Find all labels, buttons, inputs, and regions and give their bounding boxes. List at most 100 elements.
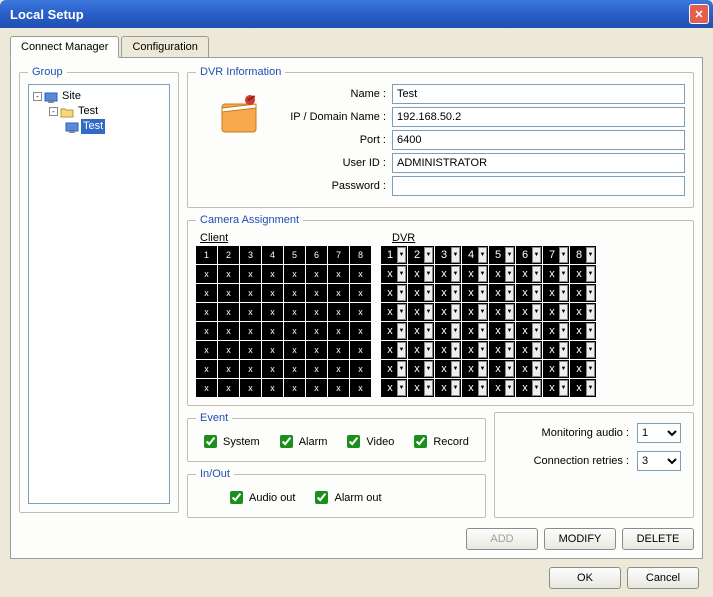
chevron-down-icon[interactable]: ▼ — [586, 266, 595, 282]
chevron-down-icon[interactable]: ▼ — [532, 304, 541, 320]
ok-button[interactable]: OK — [549, 567, 621, 589]
client-cell[interactable]: x — [350, 284, 371, 302]
chevron-down-icon[interactable]: ▼ — [505, 361, 514, 377]
dvr-cell[interactable]: x▼ — [435, 303, 461, 321]
tab-configuration[interactable]: Configuration — [121, 36, 208, 58]
client-cell[interactable]: x — [262, 360, 283, 378]
chevron-down-icon[interactable]: ▼ — [424, 323, 433, 339]
dvr-cell[interactable]: x▼ — [516, 303, 542, 321]
client-cell[interactable]: x — [284, 265, 305, 283]
client-cell[interactable]: 5 — [284, 246, 305, 264]
dvr-cell[interactable]: x▼ — [435, 322, 461, 340]
dvr-cell[interactable]: 8▼ — [570, 246, 596, 264]
dvr-cell[interactable]: x▼ — [543, 341, 569, 359]
chevron-down-icon[interactable]: ▼ — [532, 266, 541, 282]
modify-button[interactable]: MODIFY — [544, 528, 616, 550]
chevron-down-icon[interactable]: ▼ — [397, 380, 406, 396]
client-cell[interactable]: x — [284, 303, 305, 321]
chevron-down-icon[interactable]: ▼ — [424, 380, 433, 396]
dvr-cell[interactable]: x▼ — [570, 284, 596, 302]
dvr-cell[interactable]: x▼ — [489, 322, 515, 340]
dvr-cell[interactable]: x▼ — [408, 360, 434, 378]
alarmout-checkbox[interactable] — [315, 491, 328, 504]
event-video[interactable]: Video — [343, 432, 394, 451]
client-cell[interactable]: x — [350, 322, 371, 340]
client-cell[interactable]: 1 — [196, 246, 217, 264]
dvr-cell[interactable]: x▼ — [489, 341, 515, 359]
client-cell[interactable]: x — [306, 265, 327, 283]
dvr-cell[interactable]: 2▼ — [408, 246, 434, 264]
dvr-cell[interactable]: x▼ — [570, 303, 596, 321]
chevron-down-icon[interactable]: ▼ — [532, 361, 541, 377]
chevron-down-icon[interactable]: ▼ — [586, 361, 595, 377]
dvr-cell[interactable]: x▼ — [462, 322, 488, 340]
client-cell[interactable]: 8 — [350, 246, 371, 264]
chevron-down-icon[interactable]: ▼ — [586, 285, 595, 301]
client-cell[interactable]: x — [196, 322, 217, 340]
chevron-down-icon[interactable]: ▼ — [397, 266, 406, 282]
chevron-down-icon[interactable]: ▼ — [559, 323, 568, 339]
alarm-checkbox[interactable] — [280, 435, 293, 448]
chevron-down-icon[interactable]: ▼ — [424, 361, 433, 377]
dvr-cell[interactable]: x▼ — [462, 265, 488, 283]
video-checkbox[interactable] — [347, 435, 360, 448]
client-cell[interactable]: 3 — [240, 246, 261, 264]
chevron-down-icon[interactable]: ▼ — [451, 361, 460, 377]
client-cell[interactable]: x — [328, 341, 349, 359]
client-cell[interactable]: x — [218, 360, 239, 378]
dvr-cell[interactable]: x▼ — [489, 360, 515, 378]
chevron-down-icon[interactable]: ▼ — [505, 323, 514, 339]
client-cell[interactable]: x — [306, 341, 327, 359]
chevron-down-icon[interactable]: ▼ — [532, 285, 541, 301]
dvr-cell[interactable]: x▼ — [408, 265, 434, 283]
chevron-down-icon[interactable]: ▼ — [424, 342, 433, 358]
chevron-down-icon[interactable]: ▼ — [505, 304, 514, 320]
client-cell[interactable]: x — [306, 322, 327, 340]
chevron-down-icon[interactable]: ▼ — [586, 323, 595, 339]
client-cell[interactable]: x — [196, 341, 217, 359]
client-cell[interactable]: x — [328, 360, 349, 378]
dvr-cell[interactable]: 5▼ — [489, 246, 515, 264]
dvr-cell[interactable]: x▼ — [543, 322, 569, 340]
client-cell[interactable]: x — [306, 360, 327, 378]
dvr-cell[interactable]: x▼ — [489, 379, 515, 397]
client-cell[interactable]: x — [350, 303, 371, 321]
client-cell[interactable]: x — [328, 284, 349, 302]
client-cell[interactable]: 7 — [328, 246, 349, 264]
tree-node-leaf[interactable]: Test — [65, 119, 165, 134]
inout-alarm[interactable]: Alarm out — [311, 488, 381, 507]
client-cell[interactable]: x — [350, 265, 371, 283]
close-button[interactable]: ✕ — [689, 4, 709, 24]
monitor-audio-select[interactable]: 1 — [637, 423, 681, 443]
chevron-down-icon[interactable]: ▼ — [505, 285, 514, 301]
dvr-cell[interactable]: x▼ — [543, 303, 569, 321]
client-cell[interactable]: x — [328, 379, 349, 397]
chevron-down-icon[interactable]: ▼ — [478, 361, 487, 377]
dvr-cell[interactable]: x▼ — [381, 284, 407, 302]
dvr-cell[interactable]: x▼ — [381, 379, 407, 397]
chevron-down-icon[interactable]: ▼ — [424, 247, 433, 263]
tree-toggle[interactable]: - — [33, 92, 42, 101]
dvr-cell[interactable]: x▼ — [570, 360, 596, 378]
port-input[interactable] — [392, 130, 685, 150]
tree-node-folder[interactable]: - Test — [49, 104, 165, 119]
chevron-down-icon[interactable]: ▼ — [586, 304, 595, 320]
chevron-down-icon[interactable]: ▼ — [424, 285, 433, 301]
client-cell[interactable]: x — [350, 360, 371, 378]
chevron-down-icon[interactable]: ▼ — [505, 342, 514, 358]
chevron-down-icon[interactable]: ▼ — [559, 247, 568, 263]
dvr-cell[interactable]: x▼ — [435, 379, 461, 397]
client-cell[interactable]: x — [218, 303, 239, 321]
name-input[interactable] — [392, 84, 685, 104]
record-checkbox[interactable] — [414, 435, 427, 448]
client-cell[interactable]: x — [196, 284, 217, 302]
client-cell[interactable]: x — [328, 303, 349, 321]
client-cell[interactable]: x — [196, 265, 217, 283]
dvr-cell[interactable]: x▼ — [516, 341, 542, 359]
chevron-down-icon[interactable]: ▼ — [532, 342, 541, 358]
chevron-down-icon[interactable]: ▼ — [451, 266, 460, 282]
chevron-down-icon[interactable]: ▼ — [532, 380, 541, 396]
dvr-cell[interactable]: x▼ — [516, 265, 542, 283]
chevron-down-icon[interactable]: ▼ — [451, 304, 460, 320]
dvr-cell[interactable]: x▼ — [489, 284, 515, 302]
